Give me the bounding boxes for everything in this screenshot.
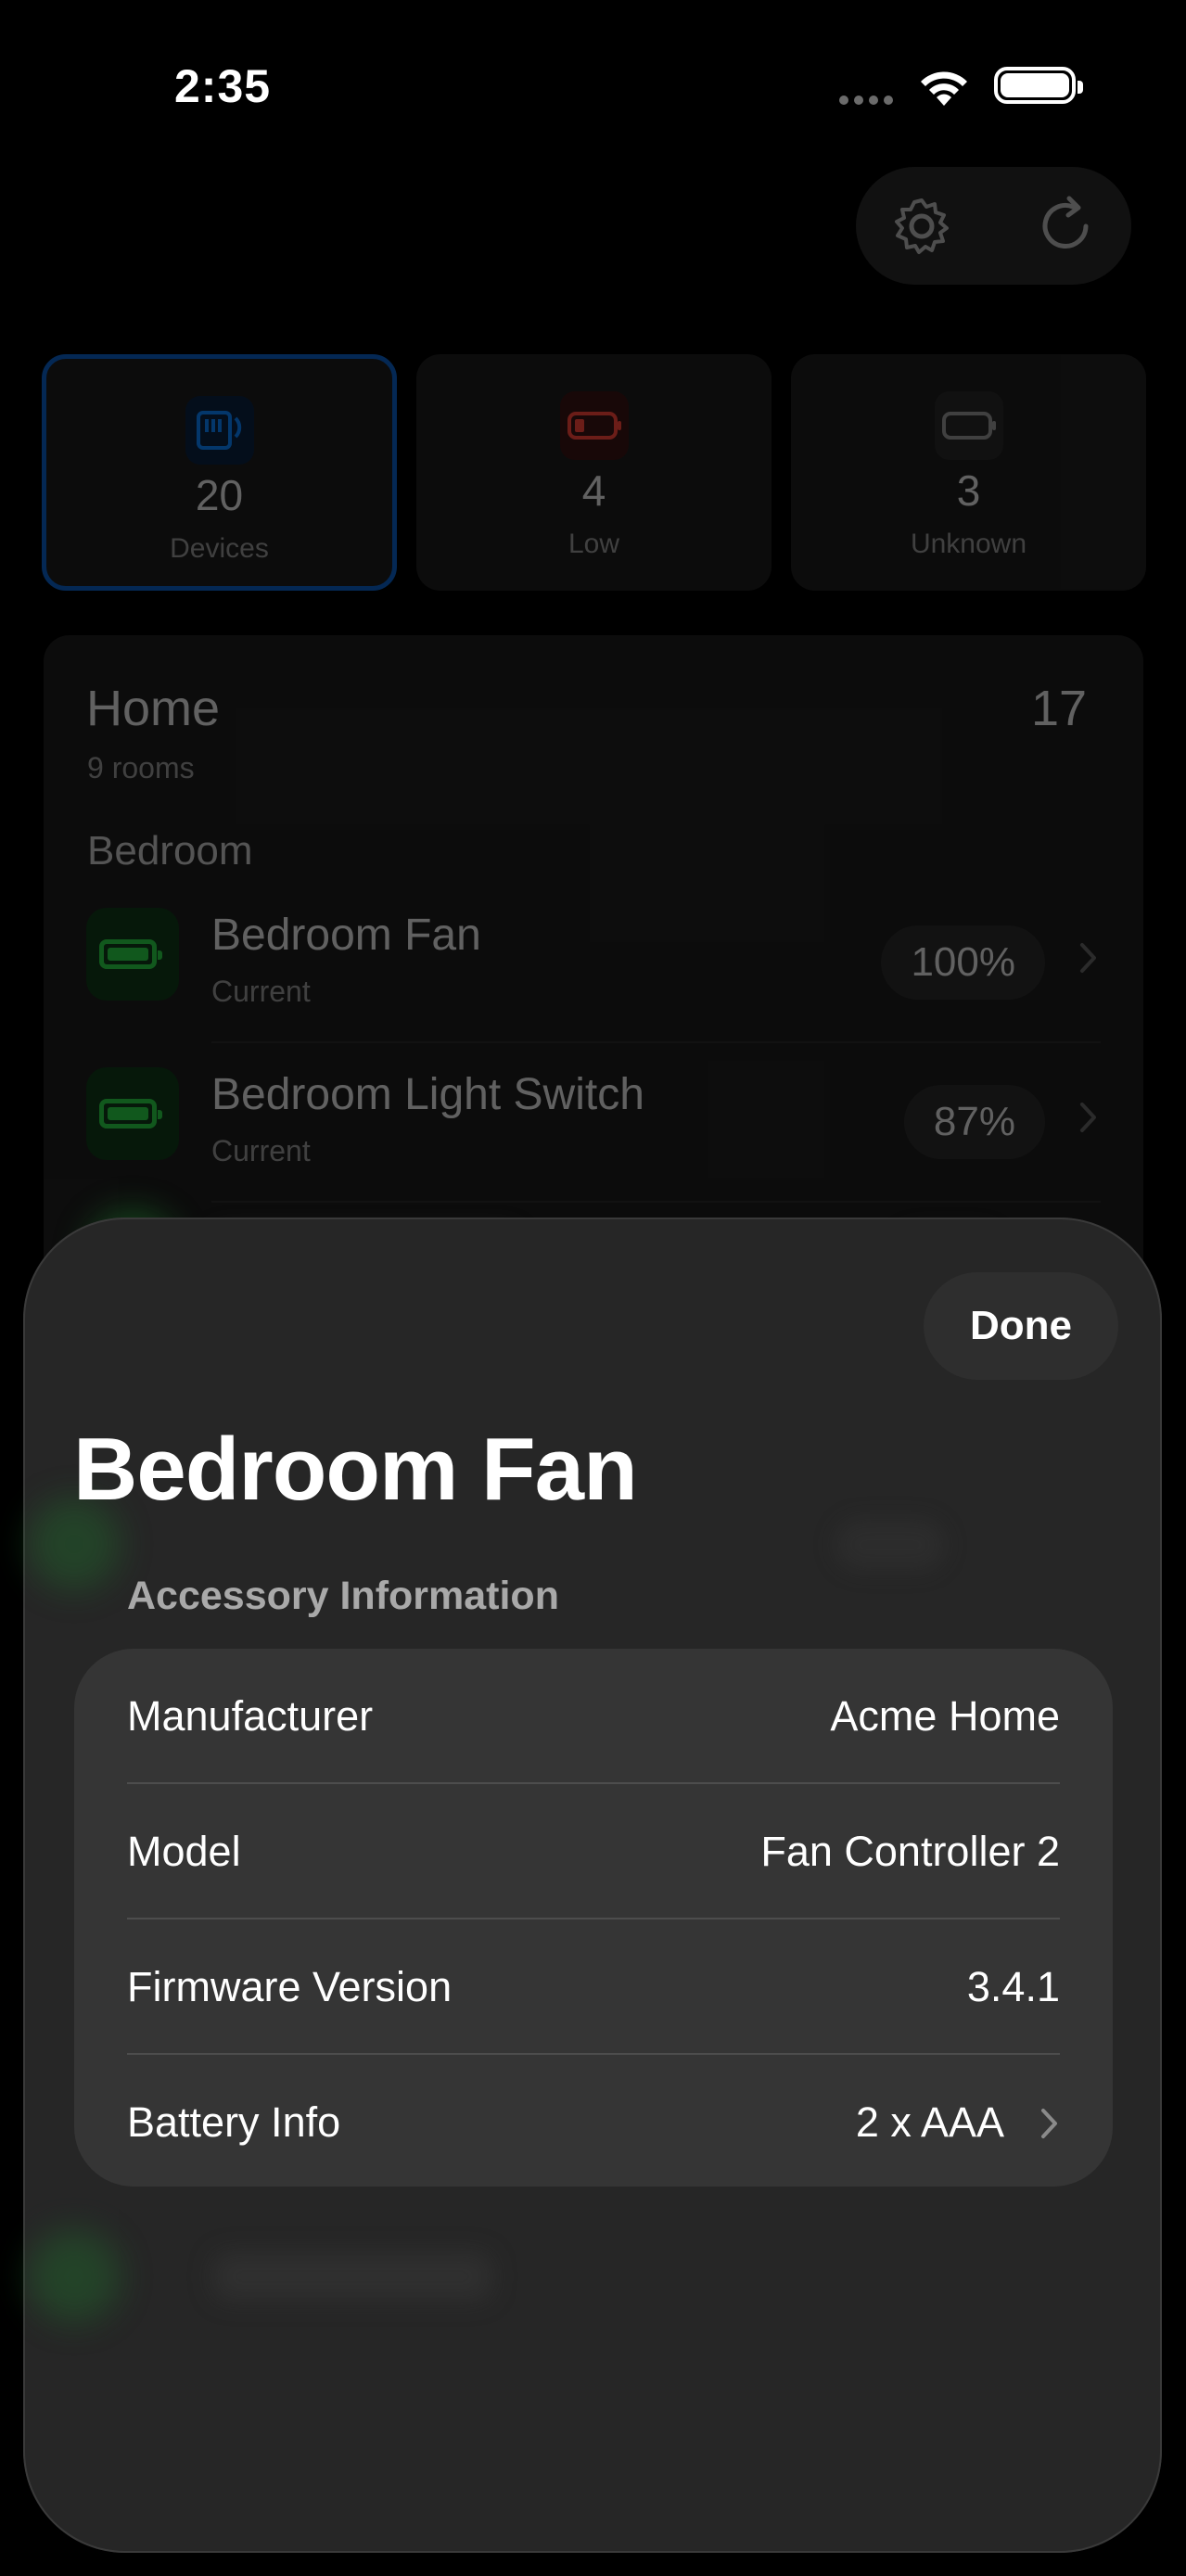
info-row-battery[interactable]: Battery Info 2 x AAA [127, 2055, 1060, 2190]
refresh-icon[interactable] [1032, 193, 1099, 260]
battery-percent-badge: 87% [903, 1085, 1045, 1159]
done-button[interactable]: Done [924, 1272, 1118, 1380]
chevron-right-icon [1078, 941, 1099, 979]
battery-percent-badge: 100% [881, 925, 1045, 1000]
room-header: Bedroom [87, 828, 253, 874]
home-rooms: 9 rooms [87, 751, 195, 784]
info-value: Acme Home [830, 1692, 1060, 1740]
device-icon [185, 396, 254, 465]
info-row-model: Model Fan Controller 2 [127, 1784, 1060, 1919]
battery-full-icon [86, 1067, 179, 1160]
row-divider [211, 1201, 1101, 1203]
device-name: Bedroom Light Switch [211, 1070, 644, 1119]
info-row-manufacturer: Manufacturer Acme Home [127, 1649, 1060, 1784]
home-title: Home [86, 681, 221, 736]
info-value: 3.4.1 [966, 1963, 1060, 2010]
low-battery-icon [559, 391, 629, 460]
empty-battery-icon [934, 391, 1003, 460]
device-row[interactable]: Bedroom Light Switch Current 87% [86, 1043, 1101, 1203]
device-status: Current [211, 975, 311, 1008]
info-key: Firmware Version [127, 1963, 453, 2010]
device-status: Current [211, 1134, 311, 1167]
stat-value: 4 [581, 466, 606, 515]
section-header: Accessory Information [127, 1574, 559, 1618]
device-row[interactable]: Bedroom Fan Current 100% [86, 884, 1101, 1043]
stat-card-unknown[interactable]: 3 Unknown [791, 354, 1146, 591]
stat-value: 20 [195, 471, 244, 519]
accessory-info-card: Manufacturer Acme Home Model Fan Control… [74, 1649, 1113, 2187]
stat-card-devices[interactable]: 20 Devices [42, 354, 397, 591]
chevron-right-icon [1078, 1101, 1099, 1139]
gear-icon[interactable] [888, 193, 955, 260]
stat-card-low[interactable]: 4 Low [416, 354, 772, 591]
info-value: Fan Controller 2 [760, 1828, 1060, 1875]
stat-label: Devices [170, 533, 269, 564]
device-name: Bedroom Fan [211, 911, 481, 960]
info-row-firmware: Firmware Version 3.4.1 [127, 1919, 1060, 2055]
stat-label: Unknown [910, 529, 1027, 559]
info-key: Manufacturer [127, 1692, 374, 1740]
home-device-count: 17 [1031, 681, 1088, 736]
sheet-title: Bedroom Fan [73, 1420, 638, 1519]
stat-label: Low [567, 529, 620, 559]
chevron-right-icon [1039, 2107, 1060, 2145]
stat-value: 3 [956, 466, 981, 515]
blurred-row [28, 2225, 1039, 2327]
info-value: 2 x AAA [855, 2098, 1004, 2146]
info-key: Battery Info [127, 2098, 341, 2146]
battery-full-icon [86, 908, 179, 1001]
info-key: Model [127, 1828, 241, 1875]
toolbar-pill [856, 167, 1131, 285]
